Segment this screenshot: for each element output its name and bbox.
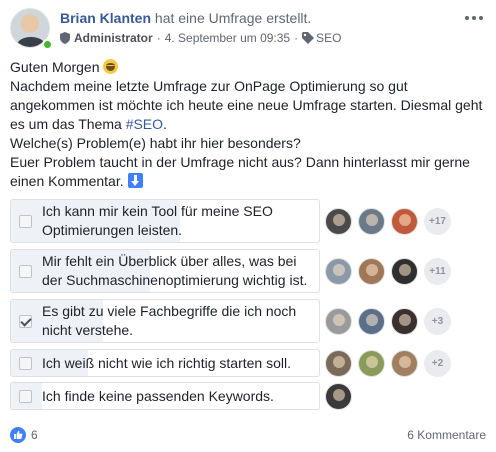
voter-avatar[interactable]: [358, 207, 385, 235]
post-body: Guten Morgen Nachdem meine letzte Umfrag…: [10, 58, 486, 191]
poll-option-label: Ich finde keine passenden Keywords.: [42, 387, 274, 404]
voter-avatar[interactable]: [358, 257, 385, 285]
poll-option: Ich kann mir kein Tool für meine SEO Opt…: [10, 199, 486, 243]
poll-option: Ich weiß nicht wie ich richtig starten s…: [10, 349, 486, 377]
voter-avatar[interactable]: [391, 207, 418, 235]
post-date-link[interactable]: 4. September um 09:35: [165, 31, 290, 45]
more-voters-count[interactable]: +2: [424, 349, 451, 377]
poll-checkbox[interactable]: [19, 214, 32, 228]
comments-count-link[interactable]: 6 Kommentare: [407, 428, 486, 442]
meta-separator-2: ·: [294, 31, 299, 45]
poll-option: Ich finde keine passenden Keywords.: [10, 382, 486, 410]
voter-avatar[interactable]: [391, 307, 418, 335]
more-voters-count[interactable]: +3: [424, 307, 451, 335]
arrow-down-emoji-icon: [127, 173, 143, 188]
poll-voters[interactable]: +11: [325, 257, 451, 285]
poll-option-box[interactable]: Es gibt zu viele Fachbegriffe die ich no…: [10, 299, 320, 343]
grinning-emoji-icon: [103, 59, 119, 74]
author-role: Administrator: [74, 31, 153, 45]
poll-checkbox[interactable]: [19, 356, 32, 370]
body-line-7: einen Kommentar.: [10, 172, 486, 191]
poll-option: Es gibt zu viele Fachbegriffe die ich no…: [10, 299, 486, 343]
voter-avatar[interactable]: [391, 349, 418, 377]
meta-separator: ·: [156, 31, 161, 45]
poll-option-box[interactable]: Mir fehlt ein Überblick über alles, was …: [10, 249, 320, 293]
body-line-1: Guten Morgen: [10, 58, 486, 77]
poll-checkbox[interactable]: [19, 264, 32, 278]
poll-voters[interactable]: [325, 382, 358, 410]
poll-option-label: Es gibt zu viele Fachbegriffe die ich no…: [42, 303, 297, 338]
online-status-dot: [42, 39, 53, 50]
voter-avatar[interactable]: [325, 382, 352, 410]
body-line-4: es um das Thema #SEO.: [10, 116, 167, 132]
voter-avatar[interactable]: [325, 349, 352, 377]
more-voters-count[interactable]: +11: [424, 257, 451, 285]
poll-option-box[interactable]: Ich finde keine passenden Keywords.: [10, 382, 320, 410]
group-tag-link[interactable]: SEO: [316, 31, 341, 45]
voter-avatar[interactable]: [358, 307, 385, 335]
body-line-2: Nachdem meine letzte Umfrage zur OnPage …: [10, 78, 408, 94]
post-header: Brian Klanten hat eine Umfrage erstellt.…: [10, 8, 486, 52]
body-line-3: angekommen ist möchte ich heute eine neu…: [10, 97, 483, 113]
tag-icon: [302, 32, 315, 44]
body-line-5: Welche(s) Problem(e) habt ihr hier beson…: [10, 135, 301, 151]
poll-voters[interactable]: +3: [325, 307, 451, 335]
poll-checkbox[interactable]: [19, 389, 32, 403]
voter-avatar[interactable]: [325, 307, 352, 335]
poll-option-label: Ich kann mir kein Tool für meine SEO Opt…: [42, 203, 273, 238]
more-voters-count[interactable]: +17: [424, 207, 451, 235]
author-name-link[interactable]: Brian Klanten: [60, 10, 151, 26]
body-line-6: Euer Problem taucht in der Umfrage nicht…: [10, 154, 470, 170]
voter-avatar[interactable]: [325, 207, 352, 235]
poll-voters[interactable]: +2: [325, 349, 451, 377]
poll-voters[interactable]: +17: [325, 207, 451, 235]
post-action-text: hat eine Umfrage erstellt.: [154, 10, 312, 26]
poll-option-label: Mir fehlt ein Überblick über alles, was …: [42, 253, 308, 288]
like-reaction-icon[interactable]: [10, 427, 26, 443]
poll-checkbox[interactable]: [19, 314, 32, 328]
voter-avatar[interactable]: [358, 349, 385, 377]
poll-option-box[interactable]: Ich kann mir kein Tool für meine SEO Opt…: [10, 199, 320, 243]
post-footer: 6 6 Kommentare: [10, 426, 486, 444]
poll-option-label: Ich weiß nicht wie ich richtig starten s…: [42, 354, 291, 371]
poll-option: Mir fehlt ein Überblick über alles, was …: [10, 249, 486, 293]
voter-avatar[interactable]: [391, 257, 418, 285]
post-title-line: Brian Klanten hat eine Umfrage erstellt.: [60, 10, 311, 26]
more-options-icon[interactable]: [464, 12, 484, 24]
shield-icon: [60, 32, 70, 44]
voter-avatar[interactable]: [325, 257, 352, 285]
post-meta: Administrator · 4. September um 09:35 · …: [60, 31, 341, 45]
hashtag-seo-link[interactable]: #SEO: [126, 116, 163, 132]
likes-count[interactable]: 6: [31, 428, 38, 442]
poll-option-box[interactable]: Ich weiß nicht wie ich richtig starten s…: [10, 349, 320, 377]
